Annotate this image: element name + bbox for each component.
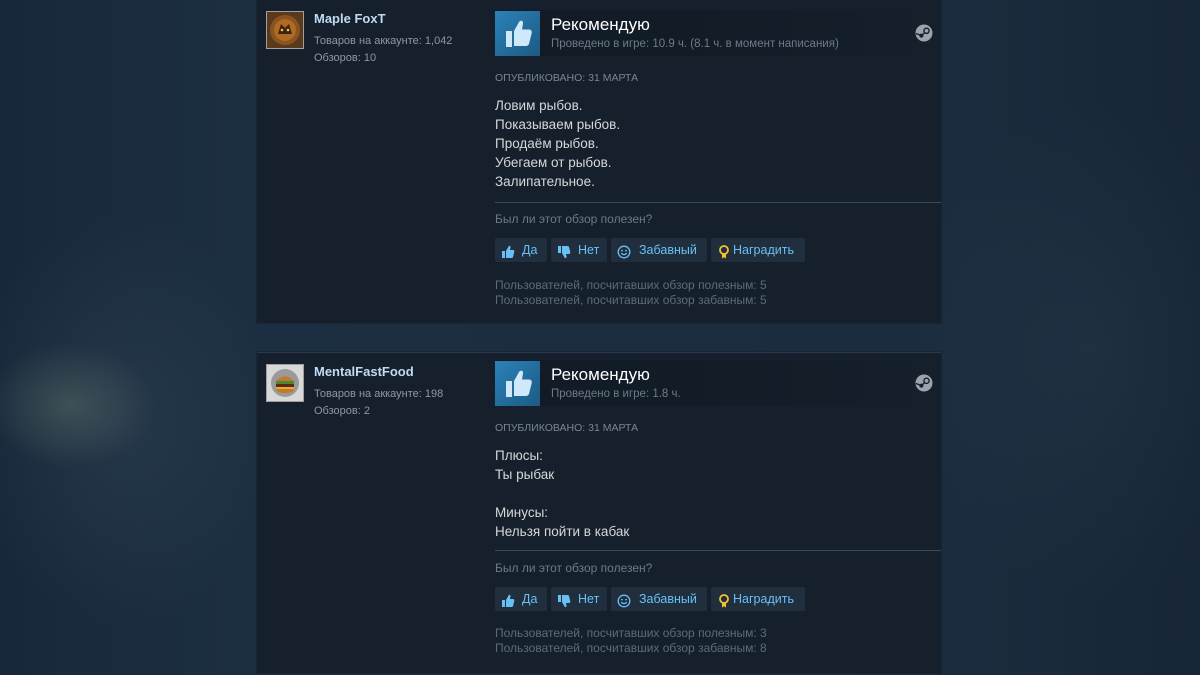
thumbs-up-icon — [501, 243, 515, 258]
vote-funny-button[interactable]: Забавный — [611, 587, 707, 611]
vote-no-button[interactable]: Нет — [551, 587, 607, 611]
review-content: Ловим рыбов. Показываем рыбов. Продаём р… — [495, 96, 941, 191]
products-owned[interactable]: Товаров на аккаунте: 198 — [314, 387, 443, 401]
posted-date: Опубликовано: 31 марта — [495, 422, 639, 434]
review-body: Рекомендую Проведено в игре: 10.9 ч. (8.… — [495, 10, 941, 307]
vote-yes-label: Да — [522, 243, 538, 257]
vote-yes-label: Да — [522, 592, 538, 606]
review-card: Maple FoxT Товаров на аккаунте: 1,042 Об… — [257, 0, 941, 323]
helpful-count: Пользователей, посчитавших обзор полезны… — [495, 626, 767, 640]
hours-played: Проведено в игре: 10.9 ч. (8.1 ч. в моме… — [551, 38, 839, 50]
reviews-count[interactable]: Обзоров: 10 — [314, 51, 376, 65]
award-label: Наградить — [733, 592, 794, 606]
steam-icon — [915, 374, 933, 392]
review-text-line: Ловим рыбов. — [495, 98, 583, 113]
smiley-icon — [617, 243, 631, 259]
vote-funny-button[interactable]: Забавный — [611, 238, 707, 262]
review-card: MentalFastFood Товаров на аккаунте: 198 … — [257, 352, 941, 673]
helpful-count: Пользователей, посчитавших обзор полезны… — [495, 278, 767, 292]
vote-no-label: Нет — [578, 243, 600, 257]
vote-no-button[interactable]: Нет — [551, 238, 607, 262]
vote-no-label: Нет — [578, 592, 600, 606]
recommendation-title[interactable]: Рекомендую — [551, 15, 650, 35]
avatar[interactable] — [266, 364, 304, 402]
review-content: Плюсы: Ты рыбак Минусы: Нельзя пойти в к… — [495, 446, 941, 541]
avatar[interactable] — [266, 11, 304, 49]
award-button[interactable]: Наградить — [711, 587, 805, 611]
author-name[interactable]: MentalFastFood — [314, 364, 414, 380]
thumbs-down-icon — [557, 243, 571, 259]
review-text-line: Нельзя пойти в кабак — [495, 524, 630, 539]
thumbs-up-icon[interactable] — [495, 361, 540, 406]
review-text-line: Показываем рыбов. — [495, 117, 621, 132]
products-owned[interactable]: Товаров на аккаунте: 1,042 — [314, 34, 452, 48]
helpful-question: Был ли этот обзор полезен? — [495, 561, 653, 575]
hours-played: Проведено в игре: 1.8 ч. — [551, 388, 681, 400]
helpful-question: Был ли этот обзор полезен? — [495, 212, 653, 226]
award-icon — [717, 243, 731, 259]
award-button[interactable]: Наградить — [711, 238, 805, 262]
review-text-line: Убегаем от рыбов. — [495, 155, 612, 170]
posted-date: Опубликовано: 31 марта — [495, 72, 639, 84]
steam-icon — [915, 24, 933, 42]
review-header: Рекомендую Проведено в игре: 10.9 ч. (8.… — [495, 10, 941, 56]
thumbs-up-icon — [501, 592, 515, 607]
vote-funny-label: Забавный — [639, 243, 697, 257]
review-body: Рекомендую Проведено в игре: 1.8 ч. Опуб… — [495, 360, 941, 655]
recommendation-title[interactable]: Рекомендую — [551, 365, 650, 385]
award-icon — [717, 592, 731, 608]
vote-funny-label: Забавный — [639, 592, 697, 606]
author-name[interactable]: Maple FoxT — [314, 11, 386, 27]
vote-yes-button[interactable]: Да — [495, 238, 547, 262]
review-text-line: Минусы: — [495, 505, 549, 520]
divider — [495, 202, 941, 203]
review-text-line: Ты рыбак — [495, 467, 555, 482]
thumbs-down-icon — [557, 592, 571, 608]
review-text-line: Залипательное. — [495, 174, 595, 189]
divider — [495, 550, 941, 551]
review-text-line: Продаём рыбов. — [495, 136, 599, 151]
vote-yes-button[interactable]: Да — [495, 587, 547, 611]
review-text-line — [495, 484, 941, 503]
smiley-icon — [617, 592, 631, 608]
funny-count: Пользователей, посчитавших обзор забавны… — [495, 641, 767, 655]
reviews-count[interactable]: Обзоров: 2 — [314, 404, 370, 418]
review-header: Рекомендую Проведено в игре: 1.8 ч. — [495, 360, 941, 406]
funny-count: Пользователей, посчитавших обзор забавны… — [495, 293, 767, 307]
thumbs-up-icon[interactable] — [495, 11, 540, 56]
award-label: Наградить — [733, 243, 794, 257]
review-text-line: Плюсы: — [495, 448, 543, 463]
